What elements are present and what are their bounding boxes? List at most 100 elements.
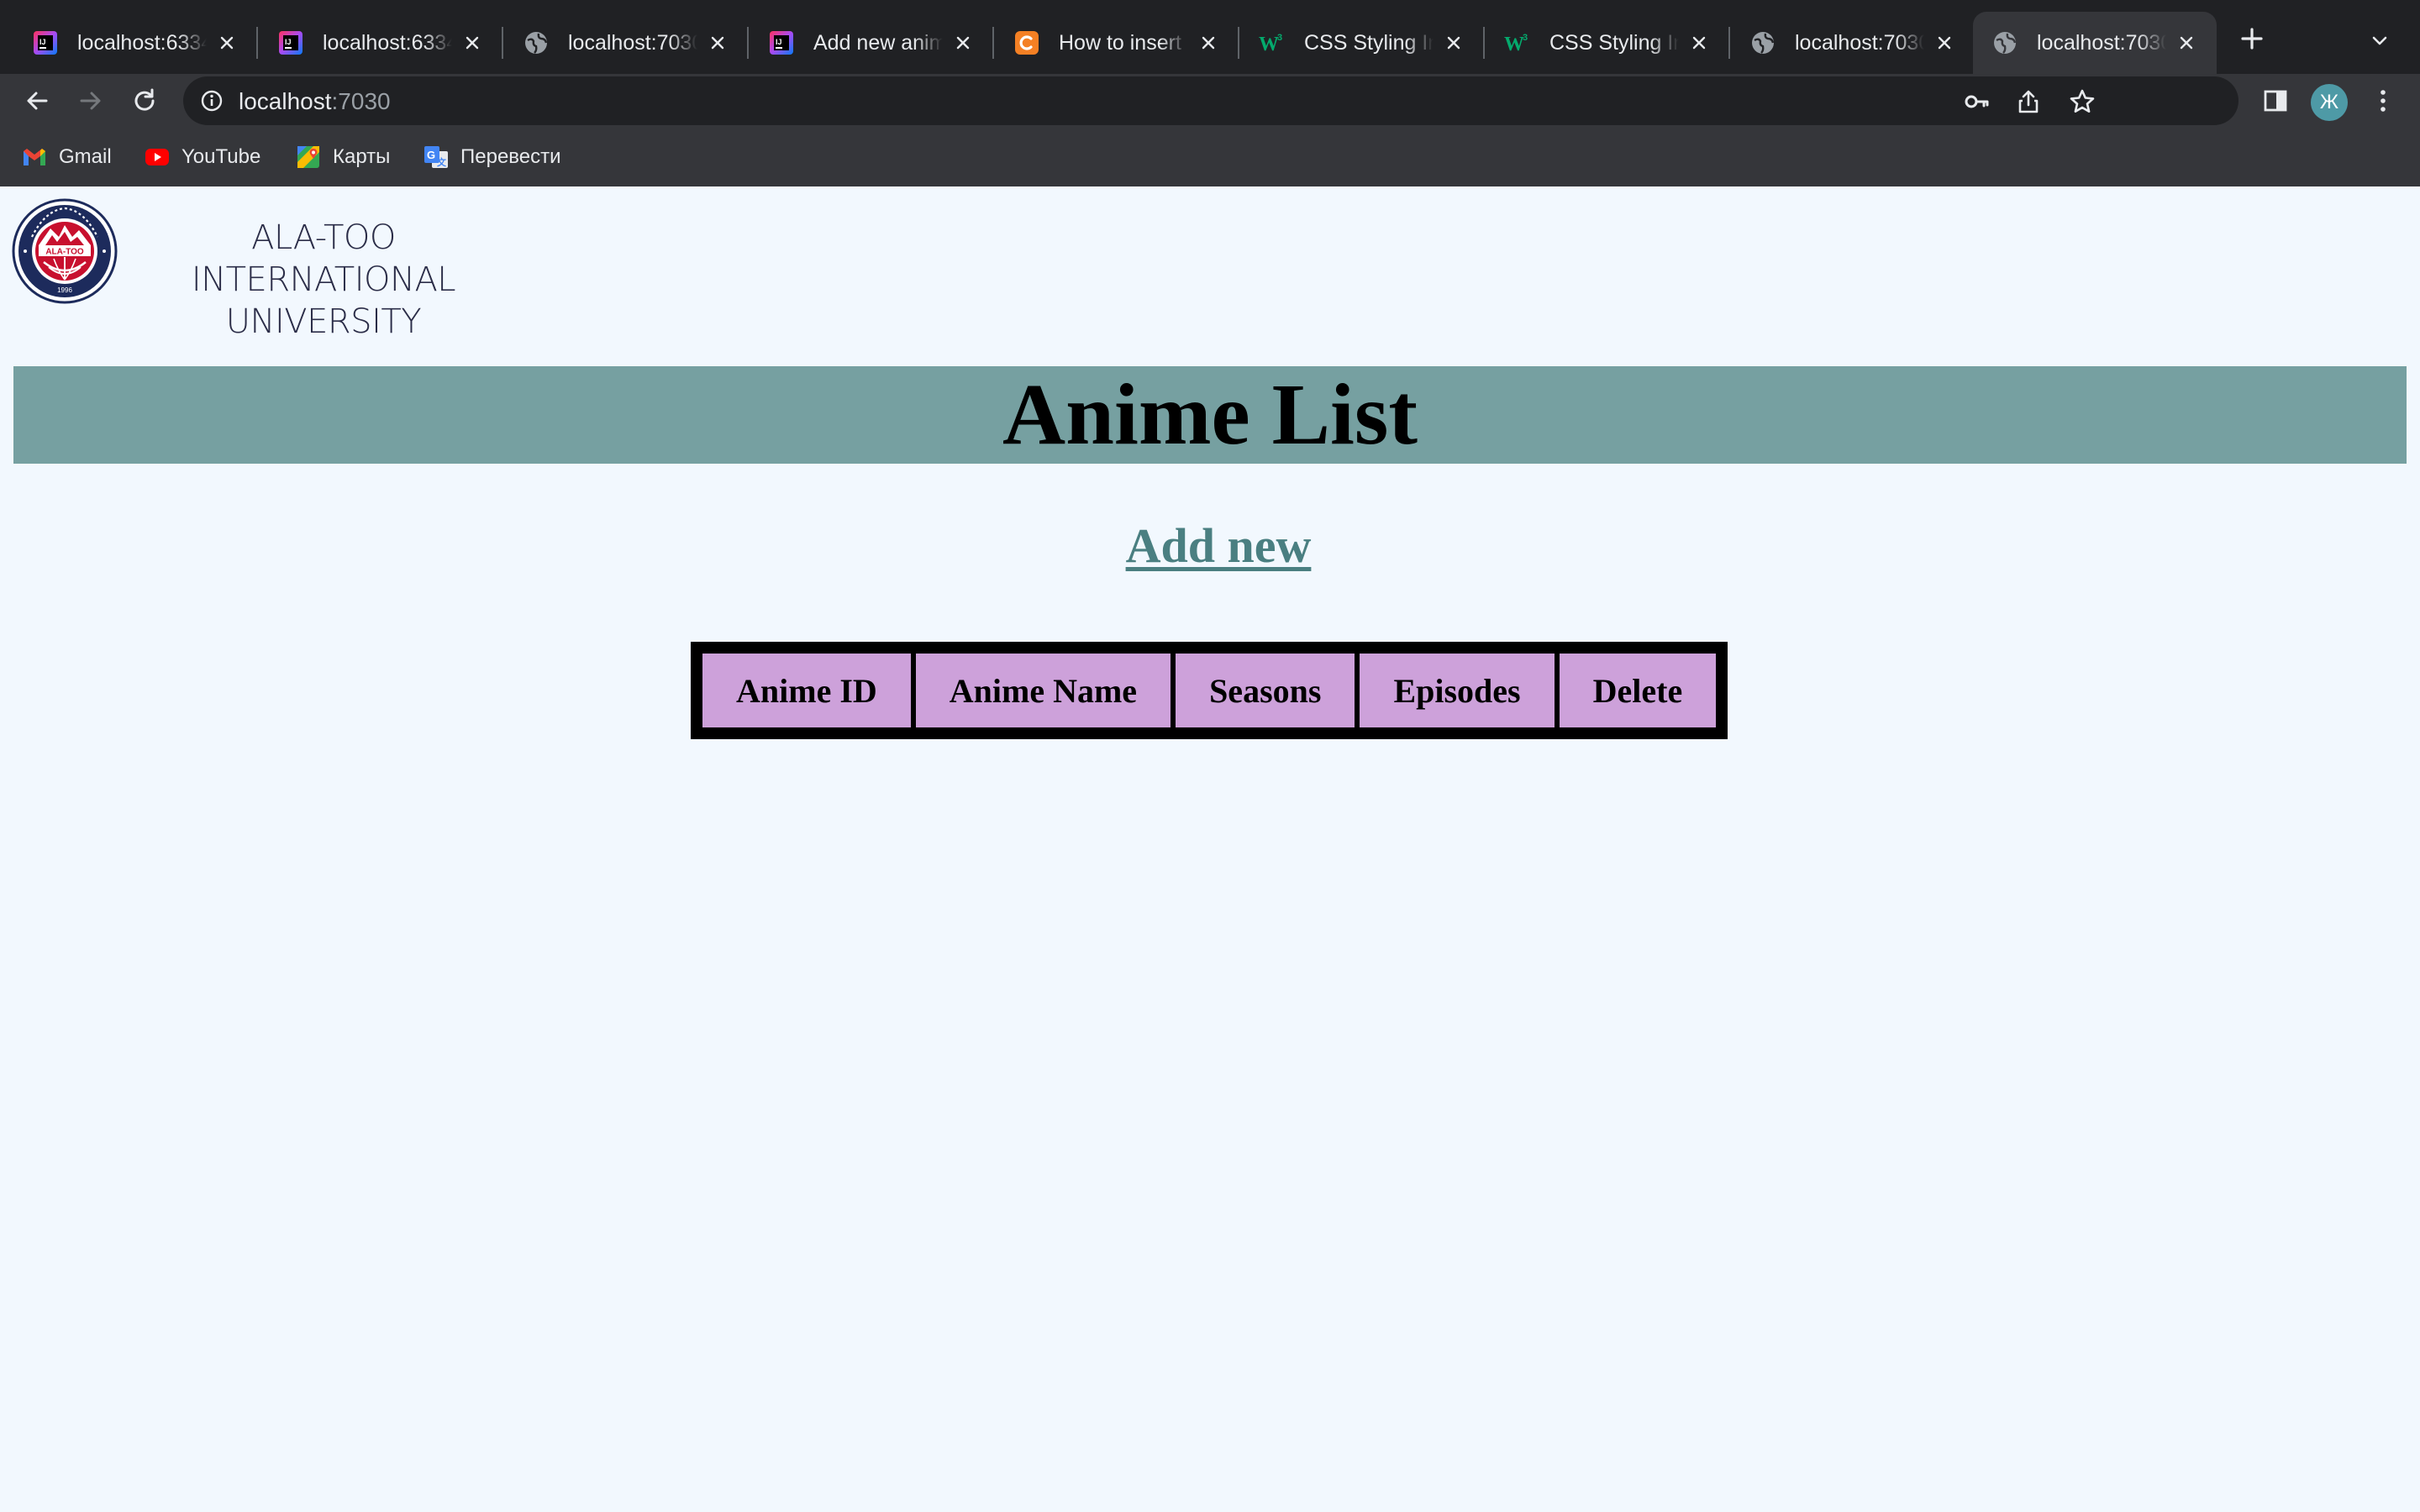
browser-toolbar: localhost:7030 [0,74,2420,128]
bookmark-label: Перевести [460,145,561,168]
university-name-line2: UNIVERSITY [225,302,422,341]
globe-icon [523,29,550,56]
browser-tab-active[interactable]: localhost:7030 [1973,12,2217,74]
tab-title: localhost:7030 [2037,30,2166,55]
tab-separator [1483,27,1485,59]
logo-text: ALA-TOO [45,248,84,257]
w3-icon: W3 [1259,29,1286,56]
column-header-delete: Delete [1559,654,1717,727]
browser-tab[interactable]: How to insert [995,12,1239,74]
url-host: localhost [239,88,332,114]
reload-button[interactable] [126,82,163,119]
new-tab-button[interactable] [2235,22,2269,55]
column-header-episodes: Episodes [1360,654,1555,727]
url-text: localhost:7030 [239,88,391,115]
tab-search-button[interactable] [2366,27,2393,54]
page-title: Anime List [1002,366,1418,463]
close-icon[interactable] [215,31,239,55]
close-icon[interactable] [1442,31,1465,55]
tab-separator [1728,27,1730,59]
arrow-right-icon [80,92,101,110]
tab-title: CSS Styling In [1549,30,1679,55]
tab-title: How to insert [1059,30,1181,55]
bookmark-label: Gmail [59,145,112,168]
svg-text:G: G [427,149,435,161]
browser-tab[interactable]: W3 CSS Styling In [1240,12,1485,74]
browser-tab[interactable]: IJ Add new anime [750,12,994,74]
back-button[interactable] [18,82,55,119]
plus-icon [2241,28,2263,50]
browser-tab[interactable]: localhost:7030 [504,12,749,74]
university-header: ALA-TOO 1996 ALA-TOO INTERNATIONAL UNIVE… [12,198,521,343]
browser-tab[interactable]: IJ localhost:6334 [259,12,503,74]
forward-button[interactable] [72,82,109,119]
menu-button[interactable] [2365,82,2402,119]
university-name-line1: ALA-TOO INTERNATIONAL [191,218,456,299]
maps-icon [296,144,321,170]
tab-separator [992,27,994,59]
browser-chrome: IJ localhost:6334 IJ localhost:6334 loca… [0,0,2420,186]
close-icon[interactable] [1933,31,1956,55]
tab-title: Add new anime [813,30,943,55]
svg-text:IJ: IJ [776,38,782,46]
svg-text:IJ: IJ [39,38,46,46]
bookmark-gmail[interactable]: Gmail [22,141,112,173]
tab-title: localhost:6334 [323,30,452,55]
info-icon[interactable] [198,87,225,114]
side-panel-button[interactable] [2257,82,2294,119]
bookmark-maps[interactable]: Карты [296,141,390,173]
globe-icon [1991,29,2018,56]
close-icon[interactable] [1197,31,1220,55]
tab-separator [747,27,749,59]
youtube-icon [145,144,170,170]
globe-icon [1749,29,1776,56]
share-icon[interactable] [2012,85,2045,118]
arrow-left-icon [27,92,48,110]
svg-text:3: 3 [1523,33,1528,43]
kebab-menu-icon [2381,90,2386,112]
tab-title: localhost:7030 [568,30,697,55]
logo-year: 1996 [57,286,72,294]
svg-text:W: W [1259,34,1279,55]
tab-separator [502,27,503,59]
chevron-down-icon [2372,36,2387,45]
add-new-container: Add new [0,517,2420,574]
reload-icon [134,88,155,111]
w3-icon: W3 [1504,29,1531,56]
university-name: ALA-TOO INTERNATIONAL UNIVERSITY [126,198,521,343]
intellij-icon: IJ [32,29,59,56]
add-new-link[interactable]: Add new [1126,518,1312,573]
profile-avatar[interactable]: Ж [2311,84,2348,121]
svg-text:文: 文 [437,156,447,168]
column-header-seasons: Seasons [1176,654,1355,727]
bookmark-label: YouTube [182,145,261,168]
browser-tab[interactable]: W3 CSS Styling In [1486,12,1730,74]
close-icon[interactable] [706,31,729,55]
bookmarks-bar: Gmail YouTube Карты G文 Перевести [0,136,2420,178]
url-port: :7030 [331,88,391,114]
tab-separator [256,27,258,59]
close-icon[interactable] [460,31,484,55]
gmail-icon [22,144,47,170]
address-bar[interactable]: localhost:7030 [183,76,2238,125]
tab-separator [1238,27,1239,59]
svg-text:IJ: IJ [285,38,292,46]
intellij-icon: IJ [277,29,304,56]
bookmark-youtube[interactable]: YouTube [145,141,260,173]
key-icon[interactable] [1960,85,1993,118]
svg-text:3: 3 [1277,33,1282,43]
tab-title: CSS Styling In [1304,30,1434,55]
side-panel-icon [2264,90,2287,112]
star-icon[interactable] [2065,85,2099,118]
intellij-icon: IJ [768,29,795,56]
browser-tab[interactable]: localhost:7030 [1731,12,1975,74]
close-icon[interactable] [1687,31,1711,55]
tab-title: localhost:7030 [1795,30,1924,55]
bookmark-translate[interactable]: G文 Перевести [424,141,561,173]
close-icon[interactable] [2175,31,2198,55]
anime-table: Anime ID Anime Name Seasons Episodes Del… [691,642,1728,739]
browser-tab[interactable]: IJ localhost:6334 [13,12,258,74]
close-icon[interactable] [951,31,975,55]
column-header-anime-name: Anime Name [915,654,1171,727]
title-banner: Anime List [13,366,2407,464]
